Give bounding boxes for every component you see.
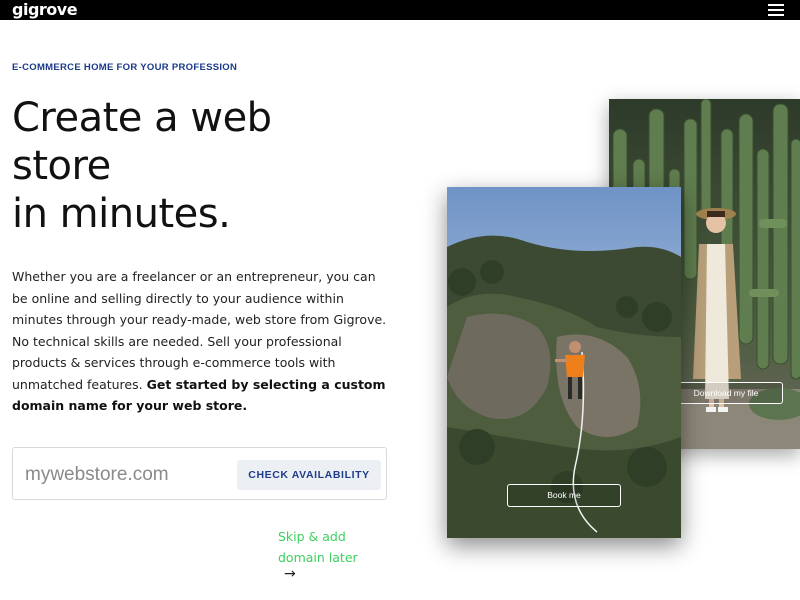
climber-photo: Book me [447, 187, 681, 538]
gigrove-logo[interactable]: gigrove [12, 1, 78, 19]
hero-body-text: Whether you are a freelancer or an entre… [12, 269, 387, 392]
headline-line-2: store [12, 143, 111, 189]
check-availability-button[interactable]: CHECK AVAILABILITY [237, 460, 381, 490]
hamburger-menu-icon[interactable] [768, 4, 784, 16]
domain-search-box: CHECK AVAILABILITY [12, 447, 387, 500]
top-navigation-bar: gigrove [0, 0, 800, 20]
skip-add-domain-later-link[interactable]: Skip & add domain later [278, 526, 388, 568]
arrow-right-icon[interactable]: → [284, 566, 296, 582]
headline-line-3: in minutes. [12, 191, 231, 237]
hero-description: Whether you are a freelancer or an entre… [12, 266, 392, 417]
headline-line-1: Create a web [12, 95, 272, 141]
download-my-file-button[interactable]: Download my file [669, 382, 783, 404]
hero-eyebrow: E-COMMERCE HOME FOR YOUR PROFESSION [12, 62, 238, 73]
hero-headline: Create a web store in minutes. [12, 94, 372, 238]
domain-search-input[interactable] [23, 460, 227, 490]
book-me-button[interactable]: Book me [507, 484, 621, 507]
